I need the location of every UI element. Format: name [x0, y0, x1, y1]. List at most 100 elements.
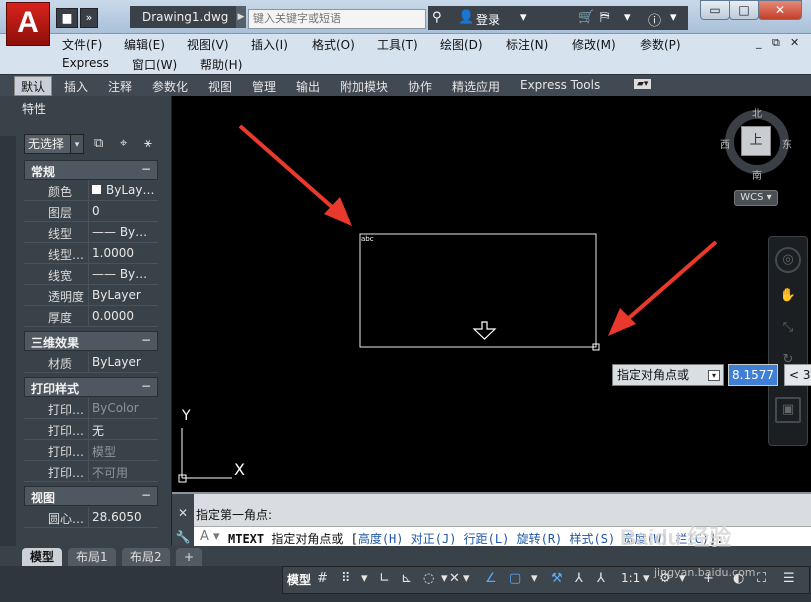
tab-express-tools[interactable]: Express Tools: [520, 78, 600, 92]
tab-default[interactable]: 默认: [14, 76, 53, 96]
polar-tracking-icon[interactable]: ◌: [423, 571, 434, 586]
collapse-icon[interactable]: −: [141, 162, 151, 176]
dropdown-icon[interactable]: ▾: [670, 10, 677, 25]
section-3d-effects[interactable]: 三维效果 −: [24, 331, 158, 351]
option-style[interactable]: 样式(S): [570, 532, 616, 546]
tab-view[interactable]: 视图: [208, 78, 232, 95]
ortho-icon[interactable]: ⊾: [401, 571, 412, 586]
dropdown-icon[interactable]: ▾: [520, 10, 527, 25]
doc-restore-icon[interactable]: ⧉: [772, 36, 780, 50]
quick-access-more-icon[interactable]: »: [80, 8, 98, 28]
compass-west[interactable]: 西: [720, 136, 730, 151]
prop-row-linetype-scale[interactable]: 线型… 1.0000: [24, 243, 158, 264]
tab-model[interactable]: 模型: [22, 548, 63, 566]
chevron-down-icon[interactable]: ▾: [643, 571, 650, 586]
prop-row-plot-type[interactable]: 打印… 不可用: [24, 461, 158, 482]
option-justify[interactable]: 对正(J): [411, 532, 457, 546]
command-recent-icon[interactable]: A ▾: [200, 529, 220, 544]
minimize-button[interactable]: ▭: [700, 0, 730, 20]
palette-side-bar[interactable]: [0, 136, 16, 546]
tab-insert[interactable]: 插入: [64, 78, 88, 95]
chevron-down-icon[interactable]: ▾: [441, 571, 448, 586]
model-space-button[interactable]: 模型: [287, 571, 311, 588]
close-icon[interactable]: ✕: [172, 506, 194, 520]
wcs-menu[interactable]: WCS ▾: [734, 190, 778, 206]
isodraft-icon[interactable]: ✕: [449, 571, 460, 586]
menu-view[interactable]: 视图(V): [187, 36, 229, 53]
tab-parametric[interactable]: 参数化: [152, 78, 188, 95]
tab-layout2[interactable]: 布局2: [122, 548, 170, 566]
prop-row-color[interactable]: 颜色 ByLay…: [24, 180, 158, 201]
chevron-down-icon[interactable]: ▾: [361, 571, 368, 586]
application-menu-button[interactable]: A: [6, 2, 50, 46]
dropdown-icon[interactable]: ▾: [624, 10, 631, 25]
binoculars-icon[interactable]: ⚲: [432, 10, 442, 25]
menu-edit[interactable]: 编辑(E): [124, 36, 165, 53]
prop-row-plot-table[interactable]: 打印… 无: [24, 419, 158, 440]
menu-window[interactable]: 窗口(W): [132, 56, 177, 73]
prop-row-plot-style[interactable]: 打印… ByColor: [24, 398, 158, 419]
compass-north[interactable]: 北: [752, 105, 762, 120]
cart-icon[interactable]: 🛒: [578, 10, 594, 25]
tab-featured-apps[interactable]: 精选应用: [452, 78, 500, 95]
login-button[interactable]: 登录: [476, 11, 500, 28]
dynamic-input-distance[interactable]: 8.1577: [728, 364, 778, 386]
compass-south[interactable]: 南: [752, 167, 762, 182]
dynamic-input-angle[interactable]: < 33: [784, 364, 811, 386]
prop-row-material[interactable]: 材质 ByLayer: [24, 352, 158, 373]
chevron-down-icon[interactable]: ▾: [70, 134, 84, 154]
menu-insert[interactable]: 插入(I): [251, 36, 288, 53]
customize-icon[interactable]: 🔧: [172, 530, 194, 544]
collapse-icon[interactable]: −: [141, 379, 151, 393]
doc-close-icon[interactable]: ✕: [790, 36, 799, 49]
collapse-icon[interactable]: −: [141, 333, 151, 347]
auto-scale-icon[interactable]: ⅄: [575, 571, 583, 586]
showmotion-icon[interactable]: ▣: [775, 397, 801, 423]
menu-modify[interactable]: 修改(M): [572, 36, 616, 53]
annotation-scale-icon[interactable]: ⅄: [597, 571, 605, 586]
ribbon-options-icon[interactable]: ▰▾: [634, 79, 652, 89]
object-snap-icon[interactable]: ▢: [509, 571, 521, 586]
menu-express[interactable]: Express: [62, 56, 109, 70]
tab-collaborate[interactable]: 协作: [408, 78, 432, 95]
collapse-icon[interactable]: −: [141, 488, 151, 502]
menu-format[interactable]: 格式(O): [312, 36, 355, 53]
grid-icon[interactable]: #: [317, 571, 328, 586]
tab-addins[interactable]: 附加模块: [340, 78, 388, 95]
doc-minimize-icon[interactable]: _: [756, 36, 762, 49]
pan-icon[interactable]: ✋: [775, 285, 801, 311]
menu-dimension[interactable]: 标注(N): [506, 36, 548, 53]
snap-icon[interactable]: ⠿: [341, 571, 351, 586]
object-snap-tracking-icon[interactable]: ∠: [485, 571, 497, 586]
tab-layout1[interactable]: 布局1: [68, 548, 116, 566]
option-line-spacing[interactable]: 行距(L): [464, 532, 510, 546]
menu-parametric[interactable]: 参数(P): [640, 36, 681, 53]
menu-help[interactable]: 帮助(H): [200, 56, 242, 73]
annotation-scale-value[interactable]: 1:1: [621, 571, 640, 585]
customization-icon[interactable]: ☰: [783, 571, 795, 586]
prop-row-linetype[interactable]: 线型 —— By…: [24, 222, 158, 243]
prop-row-layer[interactable]: 图层 0: [24, 201, 158, 222]
prop-row-transparency[interactable]: 透明度 ByLayer: [24, 285, 158, 306]
close-button[interactable]: ✕: [758, 0, 802, 20]
user-icon[interactable]: 👤: [458, 10, 474, 25]
drawing-canvas[interactable]: abc Y X 上 北 南 西 东 WCS ▾ ◎ ✋ ⤡ ↻ ▣ 指定对角点或…: [172, 96, 811, 492]
chevron-down-icon[interactable]: ▾: [463, 571, 470, 586]
annotation-visibility-icon[interactable]: ⚒: [551, 571, 563, 586]
options-dropdown-icon[interactable]: ▾: [708, 370, 720, 381]
option-rotation[interactable]: 旋转(R): [517, 532, 563, 546]
toggle-pickadd-icon[interactable]: ⧉: [94, 136, 103, 151]
clean-screen-icon[interactable]: ⛶: [757, 571, 766, 586]
zoom-extents-icon[interactable]: ⤡: [775, 317, 801, 343]
menu-file[interactable]: 文件(F): [62, 36, 102, 53]
select-objects-icon[interactable]: ⌖: [120, 136, 127, 151]
chevron-down-icon[interactable]: ▾: [531, 571, 538, 586]
prop-row-thickness[interactable]: 厚度 0.0000: [24, 306, 158, 327]
menu-tools[interactable]: 工具(T): [377, 36, 418, 53]
title-arrow-icon[interactable]: ▶: [236, 6, 246, 28]
search-input[interactable]: [248, 9, 426, 29]
help-icon[interactable]: ⓘ: [648, 10, 661, 29]
quick-select-icon[interactable]: ⚹: [144, 136, 152, 151]
steering-wheel-icon[interactable]: ◎: [775, 247, 801, 273]
option-height[interactable]: 高度(H): [358, 532, 404, 546]
